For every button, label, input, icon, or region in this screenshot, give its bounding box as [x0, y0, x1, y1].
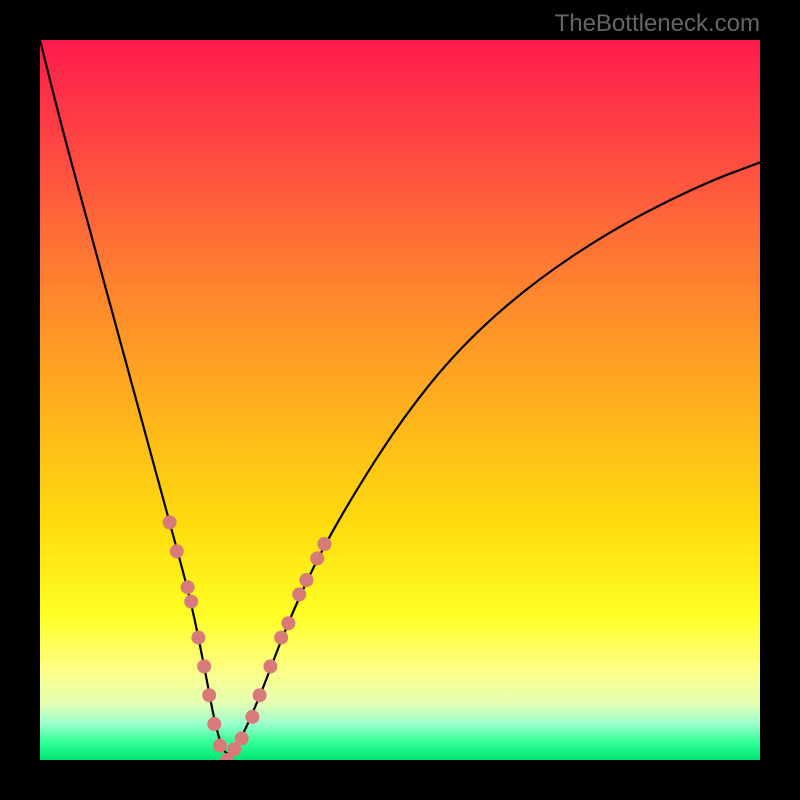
highlight-dot — [310, 551, 324, 565]
highlight-dot — [184, 595, 198, 609]
highlight-dot — [170, 544, 184, 558]
highlight-dot — [181, 580, 195, 594]
highlight-dot — [281, 616, 295, 630]
highlight-dot — [202, 688, 216, 702]
highlight-dot — [253, 688, 267, 702]
highlight-dot — [235, 731, 249, 745]
plot-area — [40, 40, 760, 760]
watermark-text: TheBottleneck.com — [555, 10, 760, 38]
curve-overlay — [40, 40, 760, 760]
highlight-dot — [197, 659, 211, 673]
highlight-dot — [317, 537, 331, 551]
bottleneck-curve — [40, 40, 760, 754]
highlight-dot — [163, 515, 177, 529]
highlight-dot — [213, 739, 227, 753]
highlight-dot — [292, 587, 306, 601]
highlight-dot — [245, 710, 259, 724]
highlight-dot — [299, 573, 313, 587]
highlight-dot — [274, 631, 288, 645]
highlight-dot — [207, 717, 221, 731]
highlight-dot — [191, 631, 205, 645]
highlight-dot — [263, 659, 277, 673]
chart-container: TheBottleneck.com — [0, 0, 800, 800]
